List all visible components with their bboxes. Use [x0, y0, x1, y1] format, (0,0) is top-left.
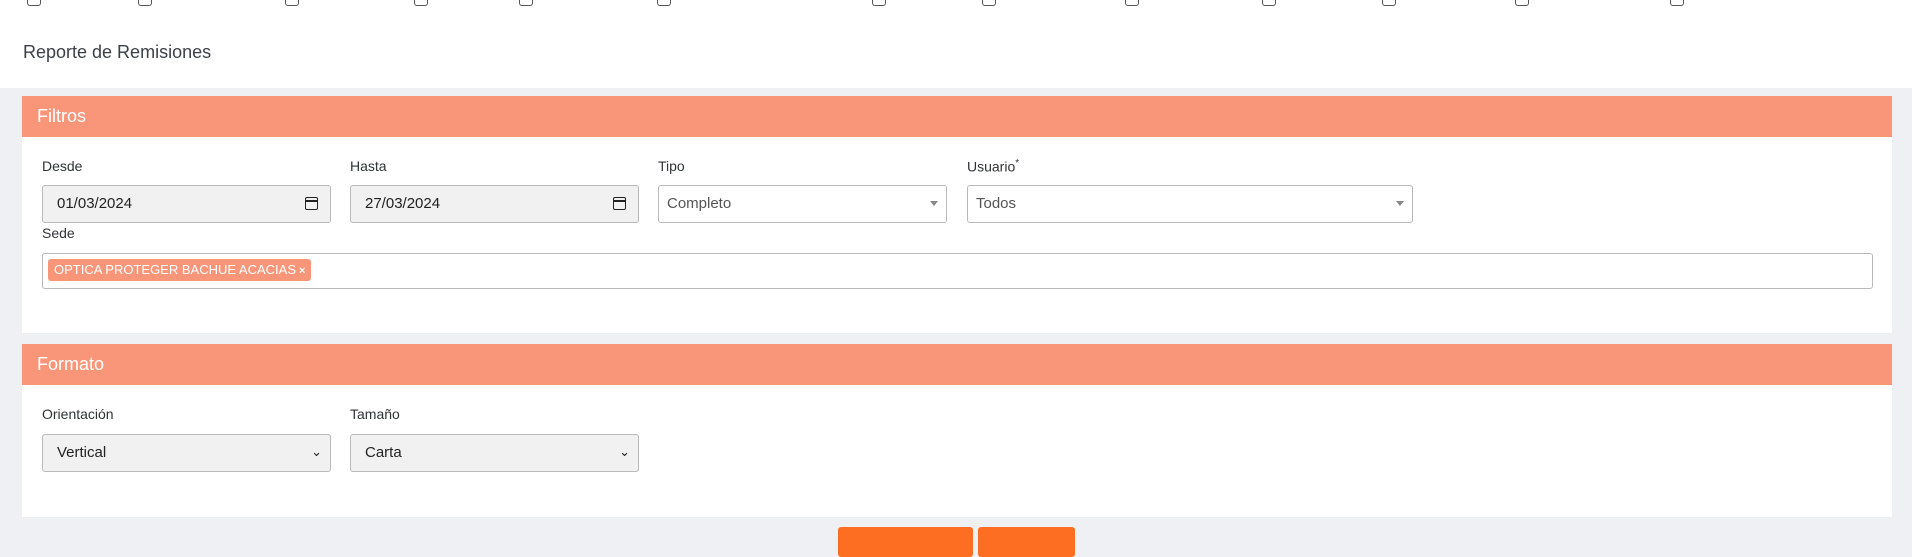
menu-icon[interactable]	[872, 0, 886, 6]
usuario-label: Usuario*	[967, 158, 1019, 175]
tipo-label: Tipo	[658, 158, 685, 174]
page-title-bar: Reporte de Remisiones	[0, 26, 1912, 88]
export-button[interactable]	[978, 527, 1075, 557]
sede-multiselect[interactable]: OPTICA PROTEGER BACHUE ACACIAS ×	[42, 253, 1873, 289]
menu-icon[interactable]	[285, 0, 299, 6]
calendar-icon[interactable]	[305, 197, 318, 210]
menu-icon[interactable]	[982, 0, 996, 6]
export-excel-button[interactable]	[838, 527, 973, 557]
hasta-date-value: 27/03/2024	[365, 195, 441, 212]
menu-icon[interactable]	[1262, 0, 1276, 6]
required-mark: *	[1015, 158, 1020, 169]
sede-chip-label: OPTICA PROTEGER BACHUE ACACIAS	[54, 262, 296, 277]
sede-label: Sede	[42, 225, 75, 241]
menu-icon[interactable]	[1382, 0, 1396, 6]
usuario-select-value: Todos	[976, 195, 1017, 212]
dropdown-arrow-icon	[930, 201, 938, 206]
calendar-icon[interactable]	[613, 197, 626, 210]
menu-icon[interactable]	[519, 0, 533, 6]
format-card: Formato Orientación Vertical ⌄ Tamaño Ca…	[22, 344, 1892, 517]
usuario-select[interactable]: Todos	[967, 185, 1413, 223]
tipo-select-value: Completo	[667, 195, 732, 212]
menu-icon[interactable]	[414, 0, 428, 6]
hasta-date-input[interactable]: 27/03/2024	[350, 185, 639, 223]
chevron-down-icon: ⌄	[619, 444, 630, 459]
tamano-label: Tamaño	[350, 406, 400, 422]
hasta-label: Hasta	[350, 158, 387, 174]
filters-card-header: Filtros	[22, 96, 1892, 137]
usuario-label-text: Usuario	[967, 158, 1016, 175]
remove-chip-icon[interactable]: ×	[299, 265, 305, 277]
tipo-select[interactable]: Completo	[658, 185, 947, 223]
tamano-select-value: Carta	[365, 444, 402, 461]
desde-date-value: 01/03/2024	[57, 195, 133, 212]
filters-card: Filtros Desde 01/03/2024 Hasta 27/03/202…	[22, 96, 1892, 333]
format-card-header: Formato	[22, 344, 1892, 385]
chevron-down-icon: ⌄	[311, 444, 322, 459]
top-navigation-bar	[0, 0, 1912, 26]
menu-icon[interactable]	[138, 0, 152, 6]
menu-icon[interactable]	[657, 0, 671, 6]
sede-chip: OPTICA PROTEGER BACHUE ACACIAS ×	[48, 259, 312, 281]
menu-icon[interactable]	[1125, 0, 1139, 6]
page-title: Reporte de Remisiones	[23, 42, 212, 62]
desde-date-input[interactable]: 01/03/2024	[42, 185, 331, 223]
menu-icon[interactable]	[1515, 0, 1529, 6]
tamano-select[interactable]: Carta ⌄	[350, 434, 639, 472]
orientacion-label: Orientación	[42, 406, 114, 422]
menu-icon[interactable]	[1670, 0, 1684, 6]
menu-icon[interactable]	[27, 0, 41, 6]
dropdown-arrow-icon	[1396, 201, 1404, 206]
orientacion-select-value: Vertical	[57, 444, 107, 461]
orientacion-select[interactable]: Vertical ⌄	[42, 434, 331, 472]
desde-label: Desde	[42, 158, 83, 174]
